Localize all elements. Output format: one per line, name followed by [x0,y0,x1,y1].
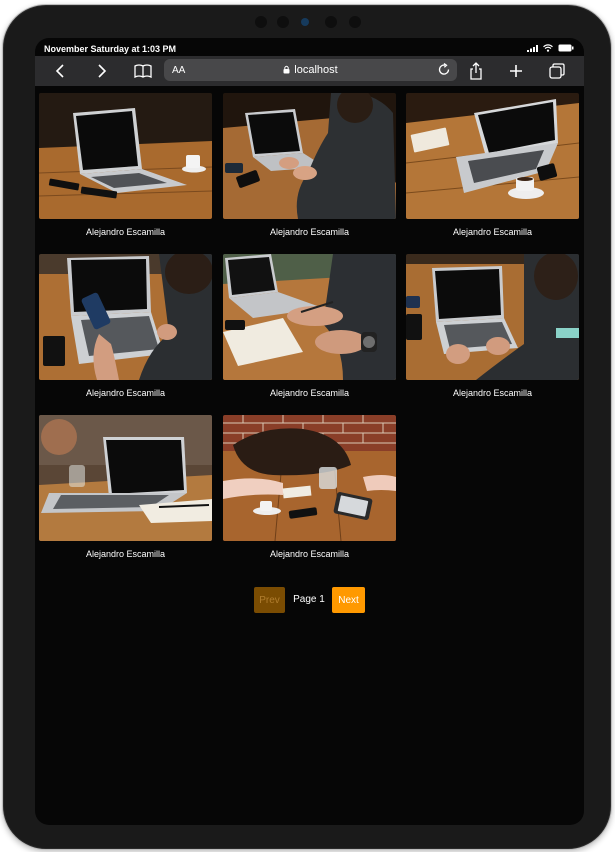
photo-author: Alejandro Escamilla [452,388,533,398]
photo-thumbnail[interactable] [406,93,579,219]
photo-card[interactable]: Alejandro Escamilla [223,254,396,398]
share-icon[interactable] [464,59,488,83]
bookmarks-icon[interactable] [131,59,155,83]
photo-author: Alejandro Escamilla [452,227,533,237]
photo-thumbnail[interactable] [223,93,396,219]
photo-author: Alejandro Escamilla [85,227,166,237]
address-bar[interactable]: AA localhost [164,59,457,81]
photo-author: Alejandro Escamilla [85,388,166,398]
battery-icon [558,44,574,52]
url-display: localhost [164,64,457,76]
next-button[interactable]: Next [332,587,365,613]
photo-author: Alejandro Escamilla [269,549,350,559]
photo-thumbnail[interactable] [39,93,212,219]
photo-thumbnail[interactable] [223,254,396,380]
camera-lens [301,18,309,26]
photo-card[interactable]: Alejandro Escamilla [223,93,396,237]
photo-thumbnail[interactable] [406,254,579,380]
sensor-dot [349,16,361,28]
new-tab-icon[interactable] [504,59,528,83]
photo-author: Alejandro Escamilla [85,549,166,559]
tablet-frame: November Saturday at 1:03 PM AA localhos… [2,4,612,850]
photo-card[interactable]: Alejandro Escamilla [39,415,212,559]
reload-icon[interactable] [438,63,451,77]
photo-card[interactable]: Alejandro Escamilla [223,415,396,559]
photo-card[interactable]: Alejandro Escamilla [406,254,579,398]
browser-toolbar: AA localhost [35,56,584,86]
status-time: November Saturday at 1:03 PM [44,44,177,54]
photo-card[interactable]: Alejandro Escamilla [39,254,212,398]
photo-card[interactable]: Alejandro Escamilla [406,93,579,237]
photo-thumbnail[interactable] [39,415,212,541]
sensor-dot [277,16,289,28]
back-icon[interactable] [49,59,73,83]
page-indicator: Page 1 [293,594,325,605]
cellular-signal-icon [527,44,538,52]
photo-card[interactable]: Alejandro Escamilla [39,93,212,237]
photo-thumbnail[interactable] [223,415,396,541]
pagination: Prev Page 1 Next [35,587,584,613]
lock-icon [283,65,290,74]
forward-icon[interactable] [89,59,113,83]
status-bar: November Saturday at 1:03 PM [35,38,584,58]
sensor-dot [325,16,337,28]
wifi-icon [543,44,553,52]
status-icons [527,44,574,52]
screen: November Saturday at 1:03 PM AA localhos… [35,38,584,825]
url-text: localhost [294,64,338,76]
tabs-icon[interactable] [545,59,569,83]
sensor-dot [255,16,267,28]
camera-bar [255,13,371,31]
prev-button[interactable]: Prev [254,587,285,613]
photo-author: Alejandro Escamilla [269,227,350,237]
photo-author: Alejandro Escamilla [269,388,350,398]
photo-thumbnail[interactable] [39,254,212,380]
